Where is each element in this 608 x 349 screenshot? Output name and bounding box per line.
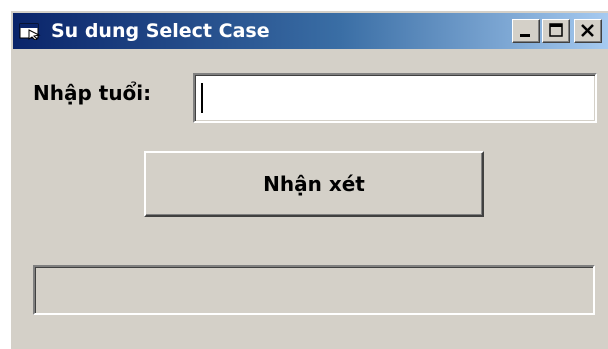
vb-form-icon [19, 22, 41, 41]
age-input[interactable] [193, 73, 597, 123]
close-button[interactable] [574, 19, 602, 43]
app-window: Su dung Select Case Nhập tuổi: Nhận xét [10, 10, 608, 349]
age-label: Nhập tuổi: [33, 81, 152, 105]
minimize-icon [520, 34, 530, 37]
comment-button[interactable]: Nhận xét [144, 151, 484, 217]
text-caret [201, 83, 203, 113]
window-title: Su dung Select Case [51, 20, 270, 42]
minimize-button[interactable] [512, 19, 540, 43]
maximize-button[interactable] [542, 19, 570, 43]
close-icon [581, 24, 594, 37]
result-display [33, 265, 595, 315]
title-bar[interactable]: Su dung Select Case [13, 13, 608, 49]
maximize-icon [549, 23, 563, 37]
